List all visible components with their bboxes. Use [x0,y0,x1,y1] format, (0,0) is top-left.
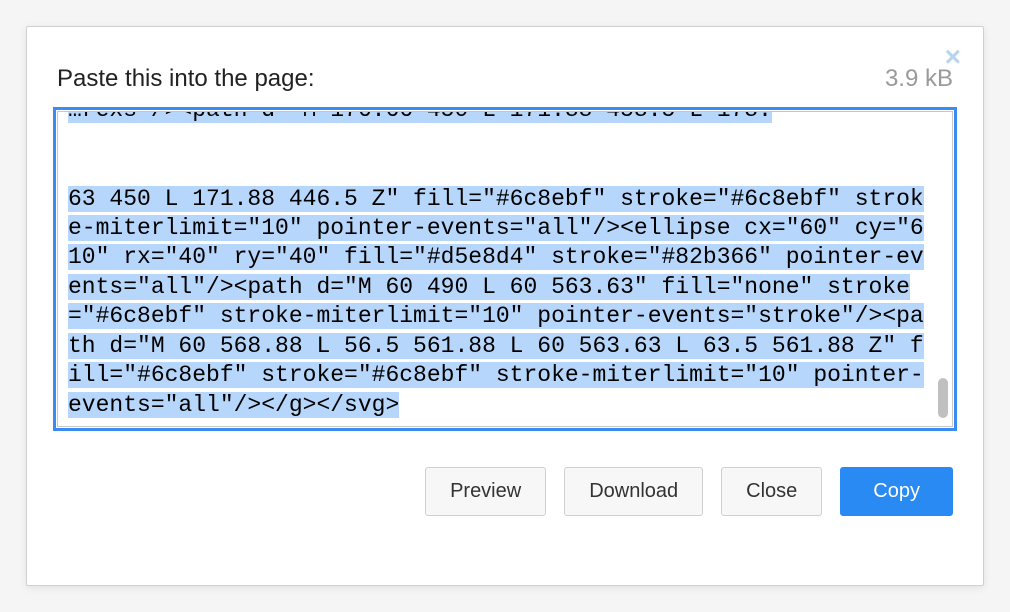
scrollbar-thumb[interactable] [938,378,948,418]
copy-button[interactable]: Copy [840,467,953,516]
code-textarea[interactable]: …rexs /><path d="M 176.66 450 L 171.88 4… [57,111,953,427]
dialog-header: Paste this into the page: 3.9 kB [57,65,953,93]
close-button[interactable]: Close [721,467,822,516]
dialog-label: Paste this into the page: [57,65,315,93]
button-row: Preview Download Close Copy [57,467,953,516]
preview-button[interactable]: Preview [425,467,546,516]
close-icon[interactable]: × [945,43,961,71]
export-dialog: × Paste this into the page: 3.9 kB …rexs… [26,26,984,586]
textarea-content: 63 450 L 171.88 446.5 Z" fill="#6c8ebf" … [68,185,926,421]
code-textarea-wrapper: …rexs /><path d="M 176.66 450 L 171.88 4… [57,111,953,427]
file-size: 3.9 kB [885,65,953,93]
download-button[interactable]: Download [564,467,703,516]
selected-text: 63 450 L 171.88 446.5 Z" fill="#6c8ebf" … [68,186,924,418]
